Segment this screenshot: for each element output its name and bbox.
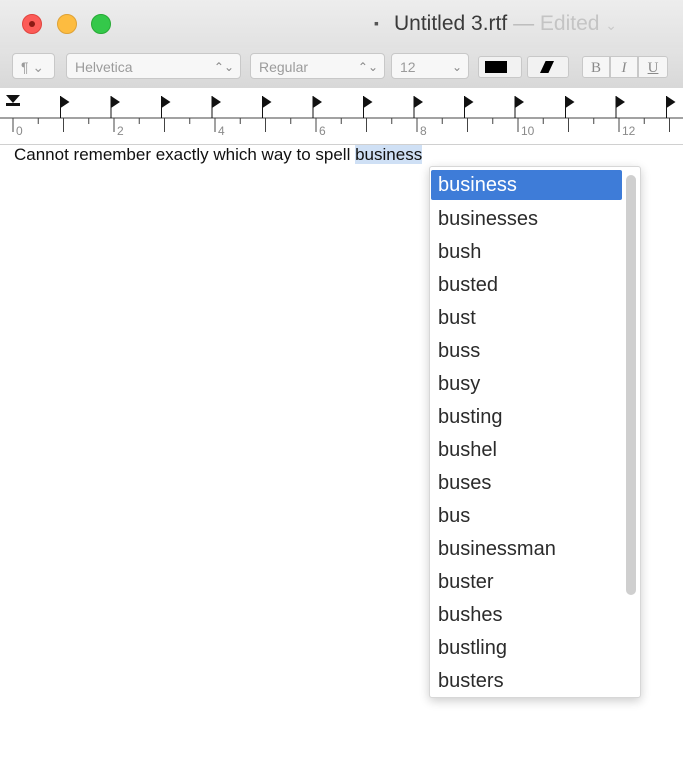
tab-stop-icon[interactable] (464, 96, 474, 108)
font-style-value: Regular (259, 59, 309, 75)
font-size-value: 12 (400, 59, 416, 75)
completion-item[interactable]: business (431, 170, 622, 200)
spelling-completion-list[interactable]: business businesses bush busted bust buss busy… (429, 166, 641, 698)
completion-items: business businesses bush busted bust buss busy… (430, 167, 640, 697)
ruler-label: 4 (218, 124, 225, 138)
document-icon[interactable]: ▪ (374, 16, 382, 30)
ruler-label: 12 (622, 124, 636, 138)
font-family-value: Helvetica (75, 59, 133, 75)
stepper-arrows-icon: ⌃⌄ (213, 60, 234, 74)
edited-status[interactable]: Edited (540, 12, 600, 35)
maximize-window-button[interactable] (91, 14, 111, 34)
ruler-label: 8 (420, 124, 427, 138)
underline-button[interactable]: U (638, 56, 668, 78)
window-title: Untitled 3.rtf — Edited ⌄ (394, 12, 617, 36)
completion-item[interactable]: busted (430, 269, 613, 302)
tab-stop-icon[interactable] (616, 96, 625, 108)
tab-stops[interactable] (60, 96, 676, 118)
completion-item[interactable]: bustling (430, 632, 613, 665)
title-chevron-icon[interactable]: ⌄ (605, 17, 617, 33)
text-color-well[interactable] (478, 56, 522, 78)
highlight-color-button[interactable] (527, 56, 569, 78)
tab-stop-icon[interactable] (565, 96, 575, 108)
first-line-indent-icon[interactable] (6, 103, 20, 106)
completion-item[interactable]: bust (430, 302, 613, 335)
tab-stop-icon[interactable] (363, 96, 373, 108)
document-text[interactable]: Cannot remember exactly which way to spe… (14, 145, 423, 165)
text-content: Cannot remember exactly which way to spe… (14, 145, 356, 164)
font-family-select[interactable]: Helvetica ⌃⌄ (66, 53, 241, 79)
completion-item[interactable]: businessman (430, 533, 613, 566)
indent-marker-icon[interactable] (6, 95, 20, 103)
tab-stop-icon[interactable] (414, 96, 423, 108)
tab-stop-icon[interactable] (515, 96, 524, 108)
title-separator: — (513, 12, 535, 35)
completion-item[interactable]: bush (430, 236, 613, 269)
scrollbar-thumb[interactable] (626, 175, 636, 595)
tab-stop-icon[interactable] (313, 96, 322, 108)
tab-stop-icon[interactable] (262, 96, 272, 108)
font-size-combo[interactable]: 12 ⌄ (391, 53, 469, 79)
completion-item[interactable]: busting (430, 401, 613, 434)
ruler-label: 6 (319, 124, 326, 138)
completion-item[interactable]: bushes (430, 599, 613, 632)
ruler[interactable] (0, 88, 683, 145)
completion-item[interactable]: busy (430, 368, 613, 401)
completion-item[interactable]: busters (430, 665, 613, 697)
document-name: Untitled 3.rtf (394, 12, 508, 35)
paragraph-style-button[interactable]: ¶ ⌄ (12, 53, 55, 79)
tab-stop-icon[interactable] (161, 96, 171, 108)
ruler-label: 2 (117, 124, 124, 138)
format-toolbar: ¶ ⌄ Helvetica ⌃⌄ Regular ⌃⌄ 12 ⌄ B I U (0, 48, 683, 88)
ruler-ticks (12, 118, 670, 132)
chevron-down-icon: ⌄ (451, 60, 462, 74)
title-bar: ▪ Untitled 3.rtf — Edited ⌄ (0, 0, 683, 48)
minimize-window-button[interactable] (57, 14, 77, 34)
completion-item[interactable]: businesses (430, 203, 613, 236)
font-style-select[interactable]: Regular ⌃⌄ (250, 53, 385, 79)
tab-stop-icon[interactable] (212, 96, 221, 108)
tab-stop-icon[interactable] (111, 96, 120, 108)
bold-button[interactable]: B (582, 56, 610, 78)
ruler-graphic (0, 95, 683, 132)
selected-word[interactable]: business (355, 145, 423, 164)
completion-item[interactable]: buss (430, 335, 613, 368)
ruler-label: 0 (16, 124, 23, 138)
completion-item[interactable]: bus (430, 500, 613, 533)
completion-item[interactable]: buses (430, 467, 613, 500)
ruler-label: 10 (521, 124, 535, 138)
italic-button[interactable]: I (610, 56, 638, 78)
completion-item[interactable]: buster (430, 566, 613, 599)
tab-stop-icon[interactable] (666, 96, 676, 108)
paragraph-style-icon: ¶ ⌄ (21, 59, 45, 75)
tab-stop-icon[interactable] (60, 96, 70, 108)
completion-item[interactable]: bushel (430, 434, 613, 467)
stepper-arrows-icon: ⌃⌄ (357, 60, 378, 74)
close-window-button[interactable] (22, 14, 42, 34)
